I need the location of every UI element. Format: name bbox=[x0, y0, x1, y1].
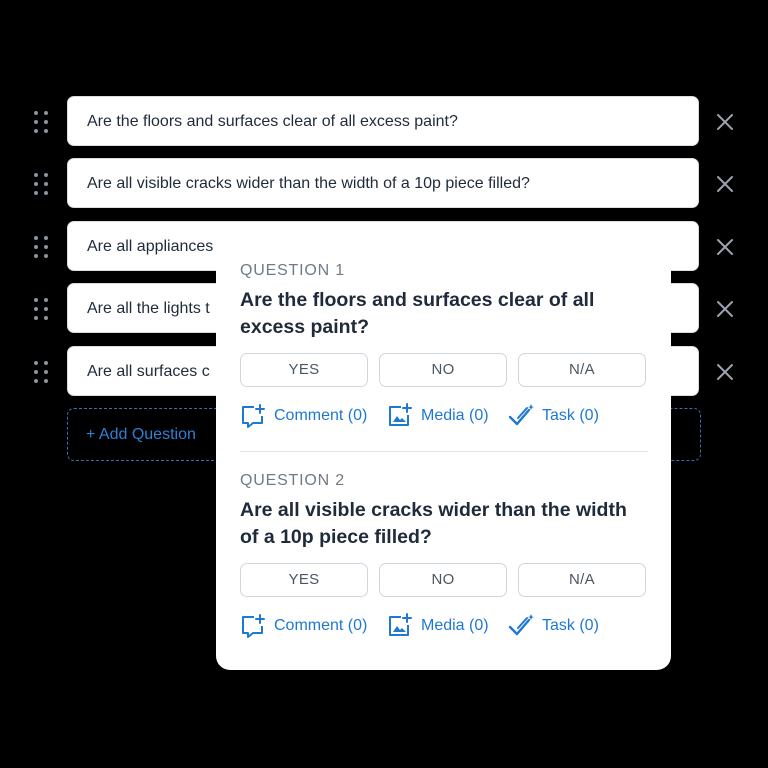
question-row: Are all visible cracks wider than the wi… bbox=[0, 158, 768, 210]
question-input[interactable]: Are all visible cracks wider than the wi… bbox=[67, 158, 699, 208]
image-add-icon bbox=[389, 403, 412, 426]
close-icon[interactable] bbox=[715, 112, 735, 132]
drag-handle-icon[interactable] bbox=[34, 298, 52, 320]
question-text: Are all visible cracks wider than the wi… bbox=[240, 499, 627, 548]
drag-handle-icon[interactable] bbox=[34, 236, 52, 258]
task-label: Task (0) bbox=[542, 407, 599, 424]
media-button[interactable]: Media (0) bbox=[387, 613, 489, 639]
close-icon[interactable] bbox=[715, 174, 735, 194]
check-sparkle-icon bbox=[508, 614, 534, 636]
task-button[interactable]: Task (0) bbox=[508, 403, 599, 429]
close-icon[interactable] bbox=[715, 299, 735, 319]
task-label: Task (0) bbox=[542, 617, 599, 634]
drag-handle-icon[interactable] bbox=[34, 111, 52, 133]
comment-add-icon bbox=[242, 614, 265, 638]
drag-handle-icon[interactable] bbox=[34, 361, 52, 383]
question-row: Are the floors and surfaces clear of all… bbox=[0, 96, 768, 148]
check-sparkle-icon bbox=[508, 404, 534, 426]
comment-label: Comment (0) bbox=[274, 617, 368, 634]
media-label: Media (0) bbox=[421, 407, 489, 424]
divider bbox=[240, 451, 648, 452]
comment-add-icon bbox=[242, 404, 265, 428]
question-text: Are the floors and surfaces clear of all… bbox=[240, 289, 595, 338]
media-label: Media (0) bbox=[421, 617, 489, 634]
comment-button[interactable]: Comment (0) bbox=[240, 613, 367, 639]
answer-no-button[interactable]: NO bbox=[379, 563, 507, 597]
answer-na-button[interactable]: N/A bbox=[518, 353, 646, 387]
answer-no-button[interactable]: NO bbox=[379, 353, 507, 387]
close-icon[interactable] bbox=[715, 237, 735, 257]
add-question-label: + Add Question bbox=[86, 426, 196, 443]
answer-na-button[interactable]: N/A bbox=[518, 563, 646, 597]
comment-button[interactable]: Comment (0) bbox=[240, 403, 367, 429]
image-add-icon bbox=[389, 613, 412, 636]
drag-handle-icon[interactable] bbox=[34, 173, 52, 195]
answer-yes-button[interactable]: YES bbox=[240, 353, 368, 387]
answer-yes-button[interactable]: YES bbox=[240, 563, 368, 597]
question-input[interactable]: Are the floors and surfaces clear of all… bbox=[67, 96, 699, 146]
media-button[interactable]: Media (0) bbox=[387, 403, 489, 429]
comment-label: Comment (0) bbox=[274, 407, 368, 424]
question-preview-card: QUESTION 1 Are the floors and surfaces c… bbox=[216, 233, 671, 670]
question-number: QUESTION 1 bbox=[240, 262, 345, 279]
close-icon[interactable] bbox=[715, 362, 735, 382]
question-number: QUESTION 2 bbox=[240, 472, 345, 489]
task-button[interactable]: Task (0) bbox=[508, 613, 599, 639]
